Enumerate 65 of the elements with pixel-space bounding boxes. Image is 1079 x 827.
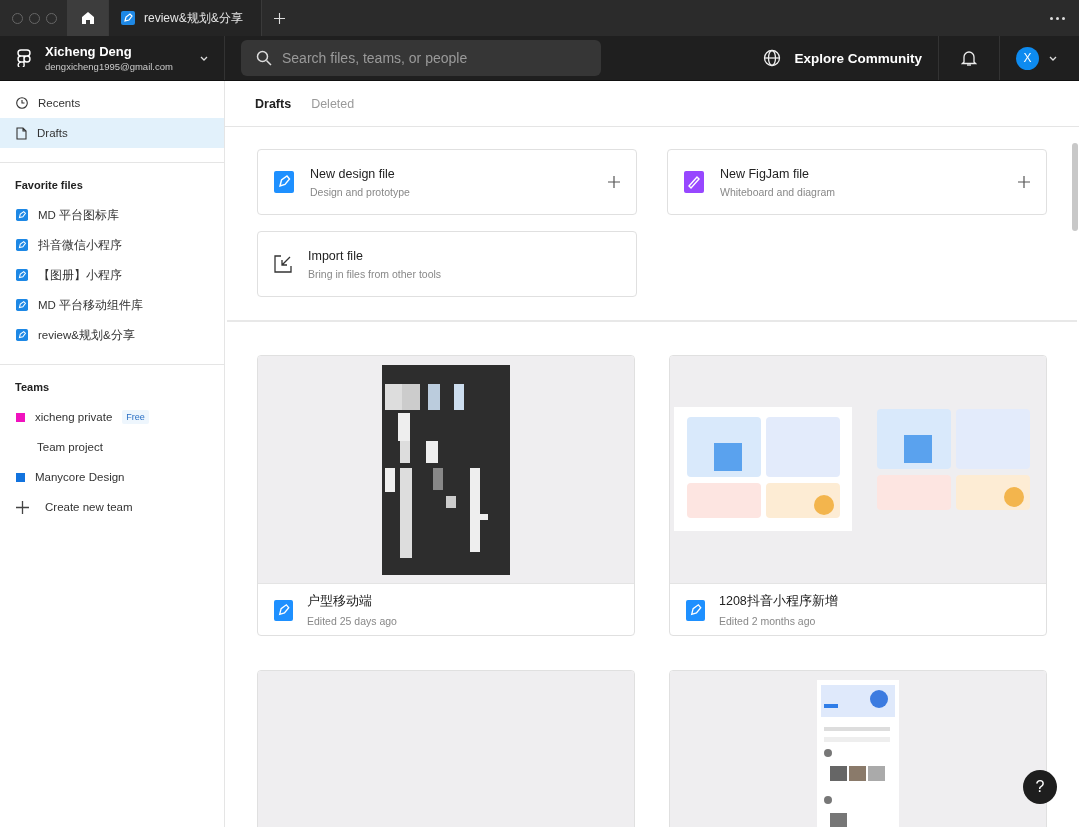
design-file-icon: [686, 599, 705, 621]
import-icon: [274, 255, 292, 273]
card-subtitle: Design and prototype: [310, 185, 411, 198]
card-title: Import file: [308, 248, 364, 263]
globe-icon: [763, 49, 782, 67]
team-name: Manycore Design: [35, 471, 125, 483]
document-icon: [16, 126, 27, 140]
chevron-down-icon[interactable]: [200, 55, 208, 61]
account-name: Xicheng Deng: [45, 44, 133, 59]
file-icon: [16, 269, 28, 281]
search-field[interactable]: Search files, teams, or people: [241, 40, 601, 76]
plus-icon: [608, 176, 620, 188]
clock-icon: [16, 97, 28, 109]
plus-icon: [16, 500, 29, 514]
file-icon: [16, 209, 28, 221]
favorite-file-item[interactable]: MD 平台图标库: [0, 200, 224, 230]
card-title: New FigJam file: [720, 166, 810, 181]
team-name: xicheng private: [35, 411, 113, 423]
explore-community-button[interactable]: Explore Community: [763, 49, 938, 67]
notification-bell-icon[interactable]: [961, 49, 977, 67]
file-icon: [121, 11, 135, 25]
file-card[interactable]: 1208抖音小程序新增 Edited 2 months ago: [669, 355, 1047, 636]
file-name: 1208抖音小程序新增: [719, 593, 839, 610]
account-switcher[interactable]: Xicheng Deng dengxicheng1995@gmail.com: [0, 36, 225, 80]
home-icon: [80, 11, 95, 25]
sidebar-nav-item[interactable]: Recents: [0, 88, 224, 118]
section-heading: Teams: [14, 380, 51, 395]
create-file-card[interactable]: New FigJam file Whiteboard and diagram: [667, 149, 1047, 215]
card-subtitle: Whiteboard and diagram: [720, 185, 836, 198]
file-edited-time: Edited 2 months ago: [719, 615, 817, 627]
view-tab[interactable]: Drafts: [255, 96, 292, 111]
file-icon: [16, 239, 28, 251]
section-heading: Favorite files: [14, 178, 84, 193]
chevron-down-icon[interactable]: [1049, 55, 1057, 61]
file-card[interactable]: 户型移动端 Edited 25 days ago: [257, 355, 635, 636]
plus-icon: [274, 12, 285, 24]
design-file-icon: [274, 599, 293, 621]
file-icon: [16, 329, 28, 341]
create-file-card[interactable]: New design file Design and prototype: [257, 149, 637, 215]
create-file-card[interactable]: Import file Bring in files from other tools: [257, 231, 637, 297]
plus-icon: [1018, 176, 1030, 188]
file-edited-time: Edited 25 days ago: [307, 615, 398, 627]
favorite-file-item[interactable]: 抖音微信小程序: [0, 230, 224, 260]
scrollbar-thumb[interactable]: [1072, 143, 1078, 231]
favorite-file-item[interactable]: MD 平台移动组件库: [0, 290, 224, 320]
file-icon: [16, 299, 28, 311]
favorite-file-item[interactable]: 【图册】小程序: [0, 260, 224, 290]
file-tab[interactable]: review&规划&分享: [109, 0, 262, 36]
plan-badge: Free: [122, 410, 149, 424]
home-tab[interactable]: [67, 0, 109, 36]
file-name: 户型移动端: [307, 593, 373, 610]
create-team-item[interactable]: Create new team: [0, 492, 224, 522]
figjam-file-icon: [684, 171, 704, 193]
team-item[interactable]: xicheng private Free: [0, 402, 224, 432]
team-project-item[interactable]: Team project: [0, 432, 224, 462]
design-file-icon: [274, 171, 294, 193]
card-subtitle: Bring in files from other tools: [308, 267, 443, 280]
user-avatar[interactable]: X: [1016, 46, 1039, 70]
team-item[interactable]: Manycore Design: [0, 462, 224, 492]
sidebar-nav-item[interactable]: Drafts: [0, 118, 224, 148]
favorite-file-item[interactable]: review&规划&分享: [0, 320, 224, 350]
search-icon: [256, 50, 272, 66]
account-email: dengxicheng1995@gmail.com: [45, 61, 174, 72]
figma-logo-icon: [17, 49, 31, 67]
card-title: New design file: [310, 166, 396, 181]
